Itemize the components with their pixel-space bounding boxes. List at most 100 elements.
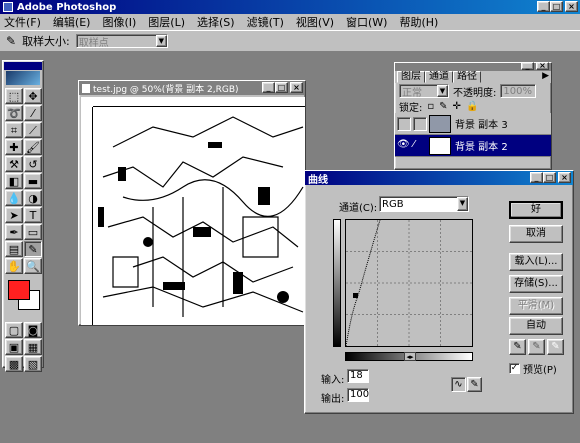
hand-tool-icon[interactable]: ✋ — [5, 258, 23, 274]
opacity-value: 100% — [503, 85, 532, 97]
black-eyedropper-icon[interactable]: ✎ — [509, 339, 526, 355]
layer-name: 背景 副本 3 — [455, 120, 508, 131]
curve-graph[interactable] — [345, 219, 473, 347]
sample-size-value: 取样点 — [78, 37, 109, 49]
output-gradient-bar — [333, 219, 341, 347]
minimize-button[interactable]: _ — [530, 172, 543, 183]
lock-position-icon[interactable]: ✛ — [453, 101, 461, 112]
link-toggle[interactable] — [413, 116, 427, 131]
maximize-button[interactable]: □ — [275, 82, 288, 93]
white-eyedropper-icon[interactable]: ✎ — [547, 339, 564, 355]
preview-label: 预览(P) — [523, 365, 557, 376]
curve-mode-icon[interactable]: ∿ — [451, 377, 466, 392]
visibility-toggle[interactable] — [397, 116, 411, 131]
eyedropper-tool-icon[interactable]: ✎ — [24, 241, 42, 257]
line-art-image — [93, 107, 305, 325]
chevron-down-icon: ▼ — [155, 35, 167, 47]
path-select-icon[interactable]: ➤ — [5, 207, 23, 223]
tab-channels[interactable]: 通道 — [425, 71, 453, 83]
maximize-button[interactable]: □ — [543, 172, 556, 183]
healing-brush-icon[interactable]: ✚ — [5, 139, 23, 155]
gradient-toggle-icon[interactable]: ◂▸ — [404, 352, 416, 361]
tab-layers[interactable]: 图层 — [397, 71, 425, 83]
close-button[interactable]: × — [558, 172, 571, 183]
input-field[interactable]: 18 — [347, 369, 369, 383]
panel-menu-icon[interactable]: ▶ — [542, 71, 549, 83]
minimize-button[interactable]: _ — [262, 82, 275, 93]
layer-name: 背景 副本 2 — [455, 142, 508, 153]
zoom-tool-icon[interactable]: 🔍 — [24, 258, 42, 274]
marquee-tool-icon[interactable]: ⬚ — [5, 88, 23, 104]
curves-title-bar[interactable]: 曲线 _ □ × — [305, 171, 573, 186]
maximize-button[interactable]: □ — [550, 1, 563, 12]
layers-panel-title-bar[interactable]: _ × — [395, 62, 551, 71]
output-field[interactable]: 100 — [347, 388, 369, 402]
menu-layer[interactable]: 图层(L) — [148, 14, 185, 30]
menu-select[interactable]: 选择(S) — [197, 14, 235, 30]
close-button[interactable]: × — [565, 1, 578, 12]
close-button[interactable]: × — [290, 82, 303, 93]
standard-mode-icon[interactable]: ▢ — [5, 322, 23, 338]
menu-view[interactable]: 视图(V) — [296, 14, 334, 30]
history-brush-icon[interactable]: ↺ — [24, 156, 42, 172]
input-value: 18 — [350, 370, 363, 381]
cancel-button[interactable]: 取消 — [509, 225, 563, 243]
brush-tool-icon[interactable]: 🖌 — [24, 139, 42, 155]
preview-checkbox[interactable]: ✓ 预览(P) — [509, 361, 557, 376]
menu-file[interactable]: 文件(F) — [4, 14, 41, 30]
layers-panel: _ × 图层 通道 路径 ▶ 正常 ▼ 不透明度: 100% 锁定: ▫ ✎ ✛… — [394, 62, 552, 170]
menu-image[interactable]: 图像(I) — [102, 14, 136, 30]
move-tool-icon[interactable]: ✥ — [24, 88, 42, 104]
blend-mode-select[interactable]: 正常 ▼ — [399, 84, 449, 99]
stamp-tool-icon[interactable]: ⚒ — [5, 156, 23, 172]
slice-tool-icon[interactable]: ⟋ — [24, 122, 42, 138]
lasso-tool-icon[interactable]: ➰ — [5, 105, 23, 121]
sample-size-select[interactable]: 取样点 ▼ — [75, 34, 168, 49]
blur-tool-icon[interactable]: 💧 — [5, 190, 23, 206]
quick-mask-icon[interactable]: ◙ — [24, 322, 42, 338]
layer-row[interactable]: 背景 副本 3 — [395, 113, 551, 135]
foreground-color-swatch[interactable] — [8, 280, 30, 300]
layer-thumbnail — [429, 136, 451, 155]
auto-button[interactable]: 自动 — [509, 317, 563, 335]
pencil-mode-icon[interactable]: ✎ — [467, 377, 482, 392]
menu-filter[interactable]: 滤镜(T) — [247, 14, 284, 30]
screen-mode-full-icon[interactable]: ▦ — [24, 339, 42, 355]
lock-transparency-icon[interactable]: ▫ — [427, 101, 434, 112]
screen-mode-standard-icon[interactable]: ▣ — [5, 339, 23, 355]
type-tool-icon[interactable]: T — [24, 207, 42, 223]
image-window-title-bar[interactable]: test.jpg @ 50%(背景 副本 2,RGB) _ □ × — [79, 81, 305, 95]
minimize-button[interactable]: _ — [537, 1, 550, 12]
magic-wand-icon[interactable]: ⁄ — [24, 105, 42, 121]
layer-row[interactable]: 👁 ⁄ 背景 副本 2 — [395, 135, 551, 157]
adobe-logo — [6, 71, 40, 85]
menu-window[interactable]: 窗口(W) — [346, 14, 387, 30]
ok-button[interactable]: 好 — [509, 201, 563, 219]
eyedropper-icon[interactable]: ✎ — [6, 34, 16, 48]
pen-tool-icon[interactable]: ✒ — [5, 224, 23, 240]
notes-tool-icon[interactable]: ▤ — [5, 241, 23, 257]
tab-paths[interactable]: 路径 — [453, 71, 481, 83]
load-button[interactable]: 载入(L)... — [509, 253, 563, 271]
opacity-field[interactable]: 100% — [500, 84, 537, 98]
imageready-icon[interactable]: ▧ — [24, 356, 42, 372]
image-window: test.jpg @ 50%(背景 副本 2,RGB) _ □ × — [78, 80, 306, 326]
screen-mode-fullscreen-icon[interactable]: ▩ — [5, 356, 23, 372]
lock-paint-icon[interactable]: ✎ — [439, 101, 447, 112]
channel-select[interactable]: RGB ▼ — [379, 196, 469, 212]
gradient-tool-icon[interactable]: ▬ — [24, 173, 42, 189]
shape-tool-icon[interactable]: ▭ — [24, 224, 42, 240]
eye-icon[interactable]: 👁 — [397, 139, 411, 153]
menu-edit[interactable]: 编辑(E) — [53, 14, 91, 30]
lock-all-icon[interactable]: 🔒 — [466, 101, 478, 112]
image-canvas[interactable] — [81, 97, 305, 325]
save-button[interactable]: 存储(S)... — [509, 275, 563, 293]
menu-help[interactable]: 帮助(H) — [399, 14, 438, 30]
gray-eyedropper-icon[interactable]: ✎ — [528, 339, 545, 355]
crop-tool-icon[interactable]: ⌗ — [5, 122, 23, 138]
eraser-tool-icon[interactable]: ◧ — [5, 173, 23, 189]
dodge-tool-icon[interactable]: ◑ — [24, 190, 42, 206]
horizontal-ruler — [93, 97, 305, 107]
close-button[interactable]: × — [536, 62, 549, 70]
minimize-button[interactable]: _ — [521, 62, 534, 70]
